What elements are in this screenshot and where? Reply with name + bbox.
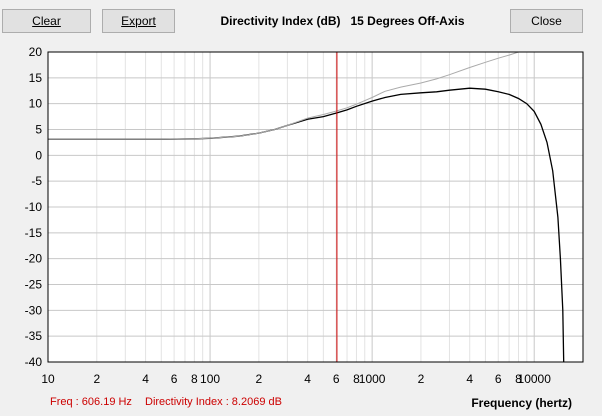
y-tick-label: -35	[25, 329, 43, 343]
x-tick-label: 2	[418, 372, 425, 386]
y-tick-label: -25	[25, 278, 43, 292]
y-tick-label: 15	[29, 71, 43, 85]
y-tick-label: -20	[25, 252, 43, 266]
x-tick-label: 6	[333, 372, 340, 386]
x-tick-label: 2	[256, 372, 263, 386]
x-tick-label: 4	[304, 372, 311, 386]
x-tick-label: 8	[191, 372, 198, 386]
status-frequency: Freq : 606.19 Hz	[50, 396, 132, 408]
x-axis-label: Frequency (hertz)	[471, 396, 572, 410]
y-tick-label: -40	[25, 355, 43, 369]
x-tick-label: 4	[142, 372, 149, 386]
x-tick-label: 10	[41, 372, 55, 386]
directivity-plot[interactable]: 20151050-5-10-15-20-25-30-35-40 10 2 4 6 8 10…	[0, 0, 602, 416]
y-tick-label: -30	[25, 303, 43, 317]
y-tick-label: -10	[25, 200, 43, 214]
y-tick-label: -5	[31, 174, 42, 188]
y-tick-label: -15	[25, 226, 43, 240]
x-tick-label: 1000	[359, 372, 386, 386]
status-directivity-index: Directivity Index : 8.2069 dB	[145, 396, 282, 408]
y-tick-label: 0	[35, 148, 42, 162]
y-tick-label: 20	[29, 45, 43, 59]
x-tick-label: 6	[171, 372, 178, 386]
x-tick-label: 2	[93, 372, 100, 386]
y-tick-label: 10	[29, 97, 43, 111]
x-tick-label: 4	[466, 372, 473, 386]
x-tick-label: 100	[200, 372, 220, 386]
x-tick-label: 10000	[518, 372, 552, 386]
x-tick-label: 6	[495, 372, 502, 386]
y-tick-label: 5	[35, 123, 42, 137]
